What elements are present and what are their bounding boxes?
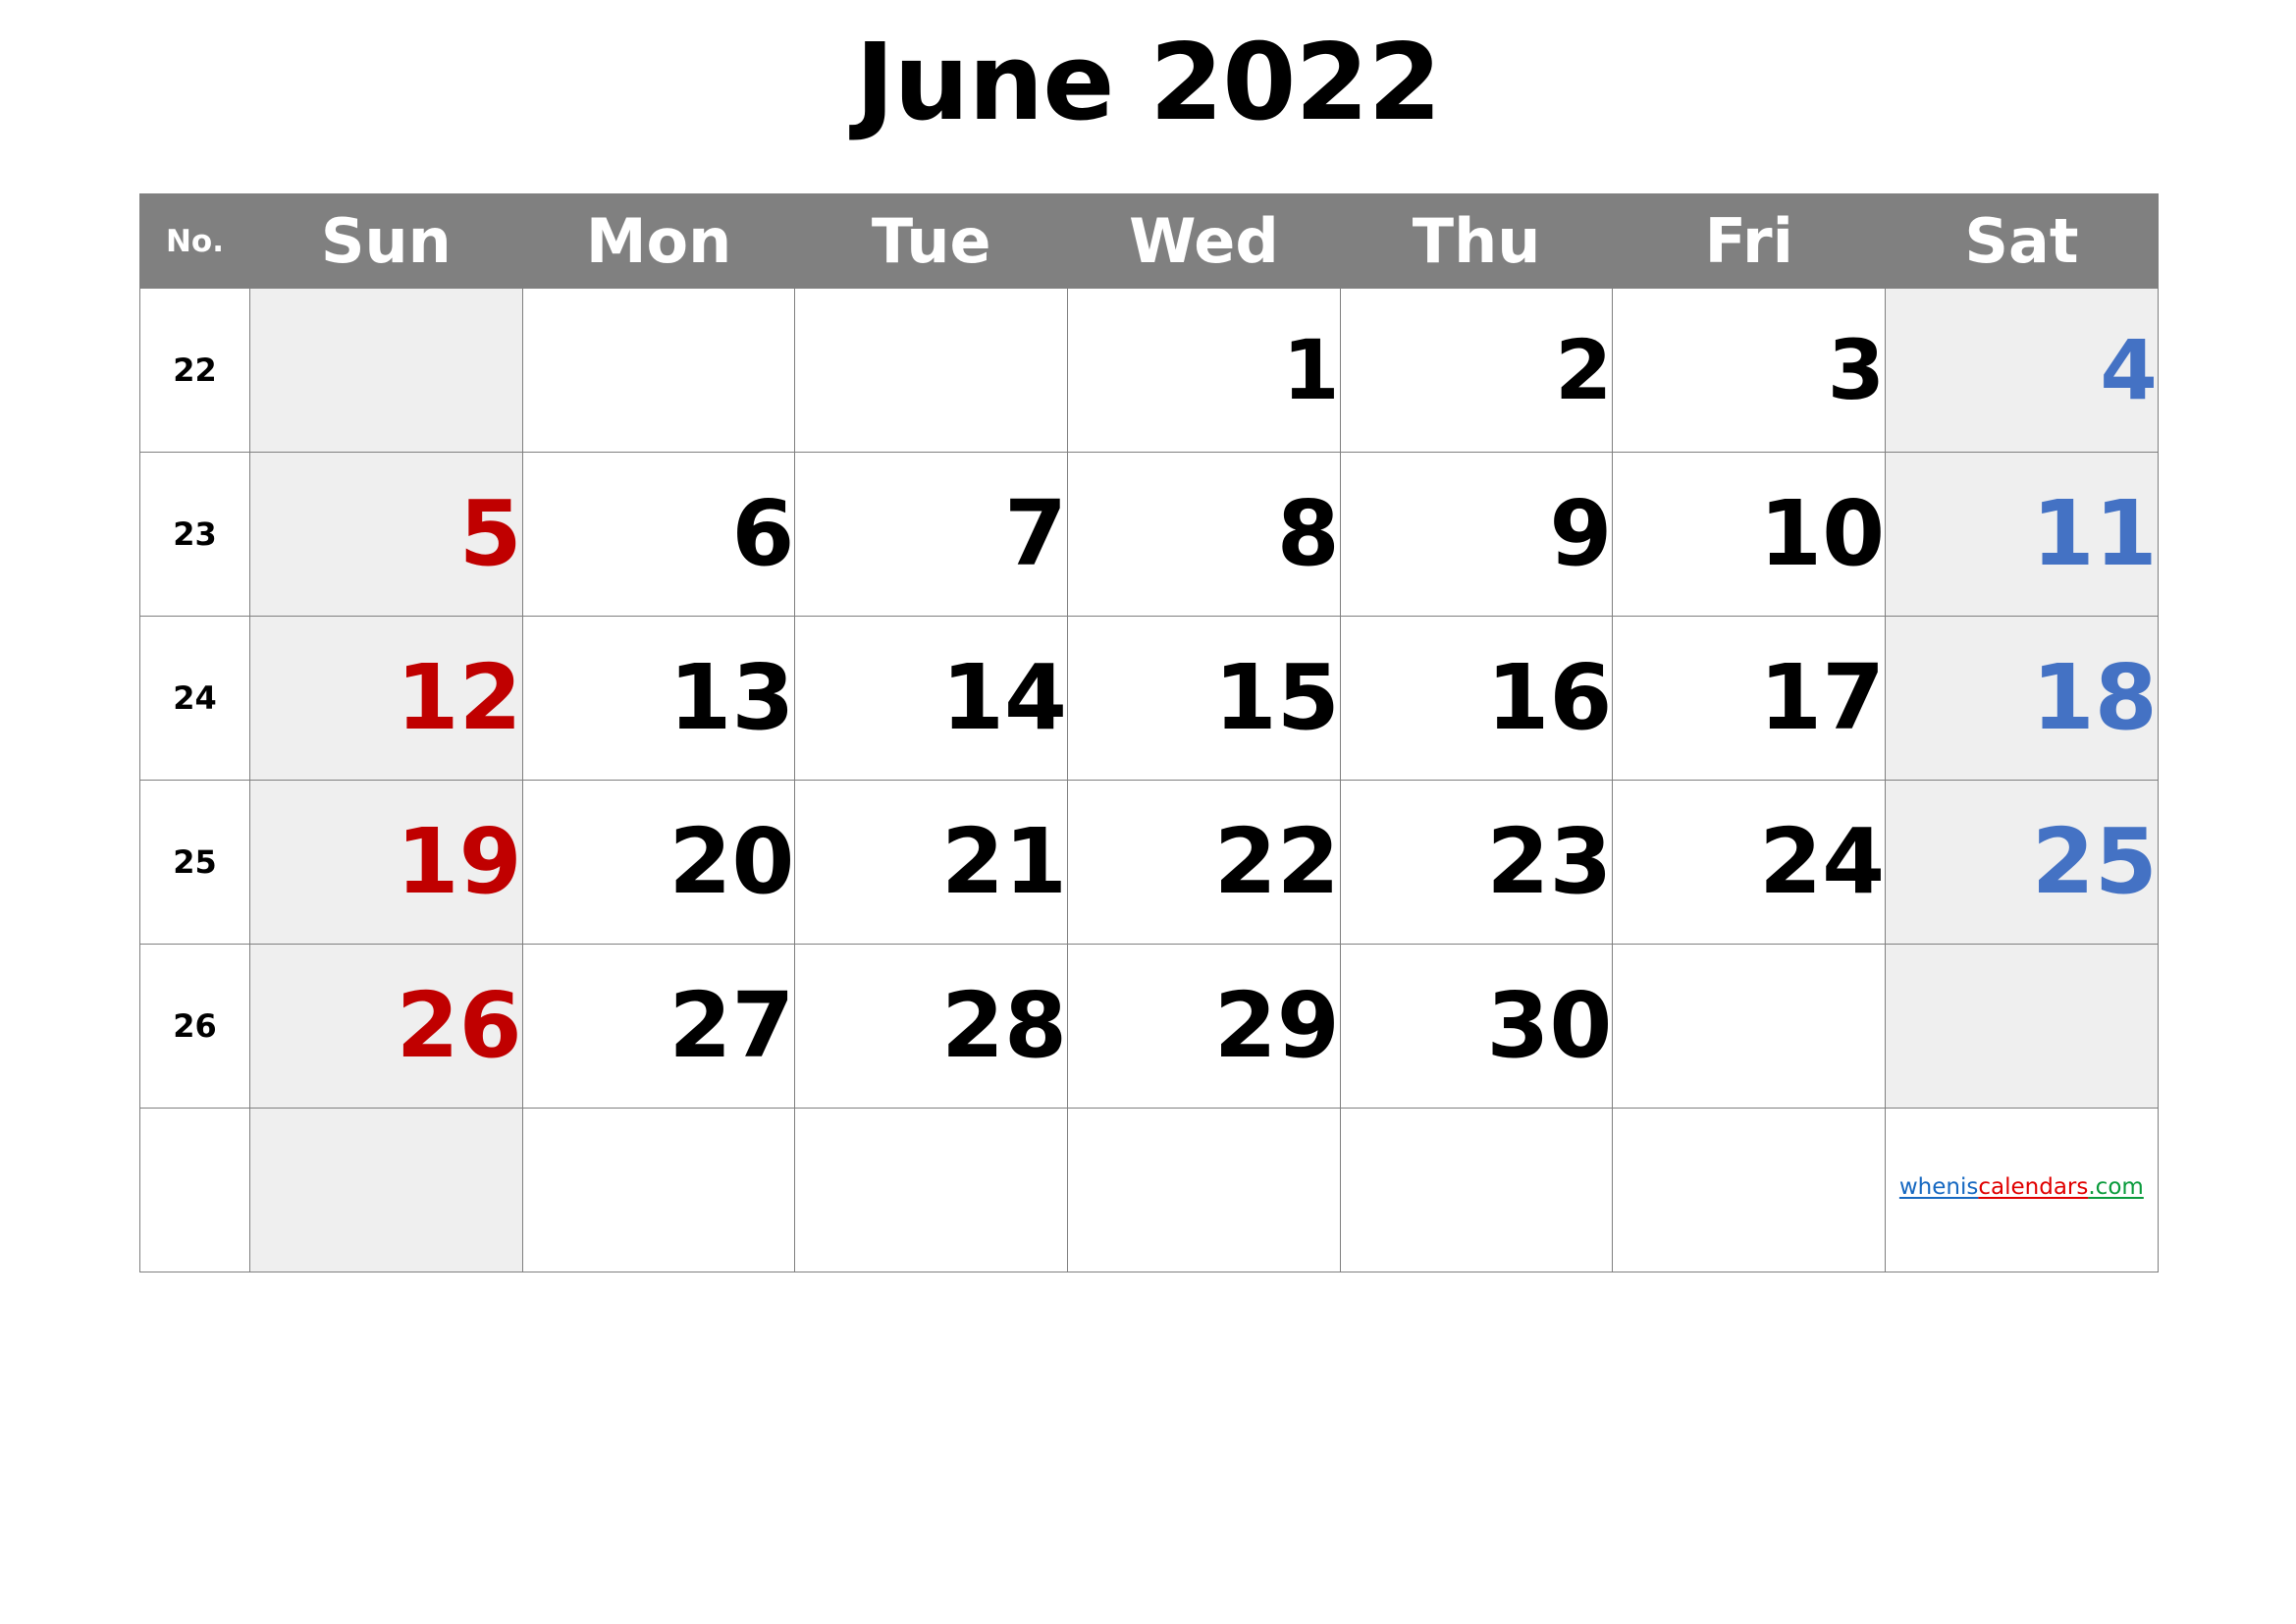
day-cell[interactable]: [521, 288, 796, 453]
day-cell[interactable]: 7: [794, 452, 1069, 617]
day-cell[interactable]: [1885, 944, 2159, 1109]
day-cell[interactable]: [249, 288, 523, 453]
day-cell[interactable]: 30: [1339, 944, 1614, 1109]
calendar-table: No. Sun Mon Tue Wed Thu Fri Sat 22 1 2 3…: [139, 193, 2159, 1272]
day-header-wed: Wed: [1067, 193, 1341, 289]
day-header-tue: Tue: [794, 193, 1069, 289]
day-cell[interactable]: 15: [1067, 616, 1341, 781]
day-cell[interactable]: 20: [521, 780, 796, 945]
day-header-sun: Sun: [249, 193, 523, 289]
day-cell[interactable]: 1: [1067, 288, 1341, 453]
day-cell[interactable]: 28: [794, 944, 1069, 1109]
page-title: June 2022: [855, 22, 1441, 144]
week-row: 26 26 27 28 29 30: [139, 944, 2159, 1109]
day-cell[interactable]: 12: [249, 616, 523, 781]
week-number: 26: [139, 944, 250, 1109]
week-number: 24: [139, 616, 250, 781]
day-header-fri: Fri: [1612, 193, 1887, 289]
day-cell[interactable]: 29: [1067, 944, 1341, 1109]
day-cell[interactable]: 27: [521, 944, 796, 1109]
day-cell[interactable]: 5: [249, 452, 523, 617]
day-cell[interactable]: 13: [521, 616, 796, 781]
watermark-part-1: whenis: [1898, 1173, 1979, 1200]
day-cell[interactable]: 8: [1067, 452, 1341, 617]
week-no-header: No.: [139, 193, 250, 289]
day-cell[interactable]: 4: [1885, 288, 2159, 453]
day-cell[interactable]: [1339, 1108, 1614, 1272]
day-cell[interactable]: 22: [1067, 780, 1341, 945]
day-cell[interactable]: 24: [1612, 780, 1887, 945]
watermark-cell: wheniscalendars.com: [1885, 1108, 2159, 1272]
day-cell[interactable]: 6: [521, 452, 796, 617]
day-cell[interactable]: [1067, 1108, 1341, 1272]
watermark-part-2: calendars: [1978, 1173, 2089, 1200]
week-row: 22 1 2 3 4: [139, 288, 2159, 453]
week-row: 23 5 6 7 8 9 10 11: [139, 452, 2159, 617]
week-number: 25: [139, 780, 250, 945]
day-cell[interactable]: 3: [1612, 288, 1887, 453]
calendar-header-row: No. Sun Mon Tue Wed Thu Fri Sat: [139, 193, 2159, 289]
day-cell[interactable]: 26: [249, 944, 523, 1109]
day-cell[interactable]: 2: [1339, 288, 1614, 453]
day-cell[interactable]: 21: [794, 780, 1069, 945]
week-number: [139, 1108, 250, 1272]
week-row: wheniscalendars.com: [139, 1108, 2159, 1272]
day-cell[interactable]: 25: [1885, 780, 2159, 945]
watermark-part-3: .com: [2088, 1173, 2144, 1200]
calendar-page: June 2022 No. Sun Mon Tue Wed Thu Fri Sa…: [0, 0, 2296, 1624]
day-cell[interactable]: [794, 288, 1069, 453]
day-cell[interactable]: 19: [249, 780, 523, 945]
day-cell[interactable]: [521, 1108, 796, 1272]
day-header-mon: Mon: [521, 193, 796, 289]
day-cell[interactable]: [249, 1108, 523, 1272]
day-cell[interactable]: [1612, 1108, 1887, 1272]
day-header-sat: Sat: [1885, 193, 2159, 289]
day-cell[interactable]: 16: [1339, 616, 1614, 781]
day-cell[interactable]: 14: [794, 616, 1069, 781]
day-cell[interactable]: 23: [1339, 780, 1614, 945]
day-cell[interactable]: 18: [1885, 616, 2159, 781]
watermark[interactable]: wheniscalendars.com: [1886, 1173, 2158, 1205]
calendar-grid: No. Sun Mon Tue Wed Thu Fri Sat 22 1 2 3…: [139, 193, 2159, 1272]
day-cell[interactable]: 10: [1612, 452, 1887, 617]
week-row: 25 19 20 21 22 23 24 25: [139, 780, 2159, 945]
day-cell[interactable]: 9: [1339, 452, 1614, 617]
day-cell[interactable]: [794, 1108, 1069, 1272]
day-cell[interactable]: [1612, 944, 1887, 1109]
day-cell[interactable]: 11: [1885, 452, 2159, 617]
day-header-thu: Thu: [1339, 193, 1614, 289]
week-row: 24 12 13 14 15 16 17 18: [139, 616, 2159, 781]
week-number: 23: [139, 452, 250, 617]
day-cell[interactable]: 17: [1612, 616, 1887, 781]
week-number: 22: [139, 288, 250, 453]
